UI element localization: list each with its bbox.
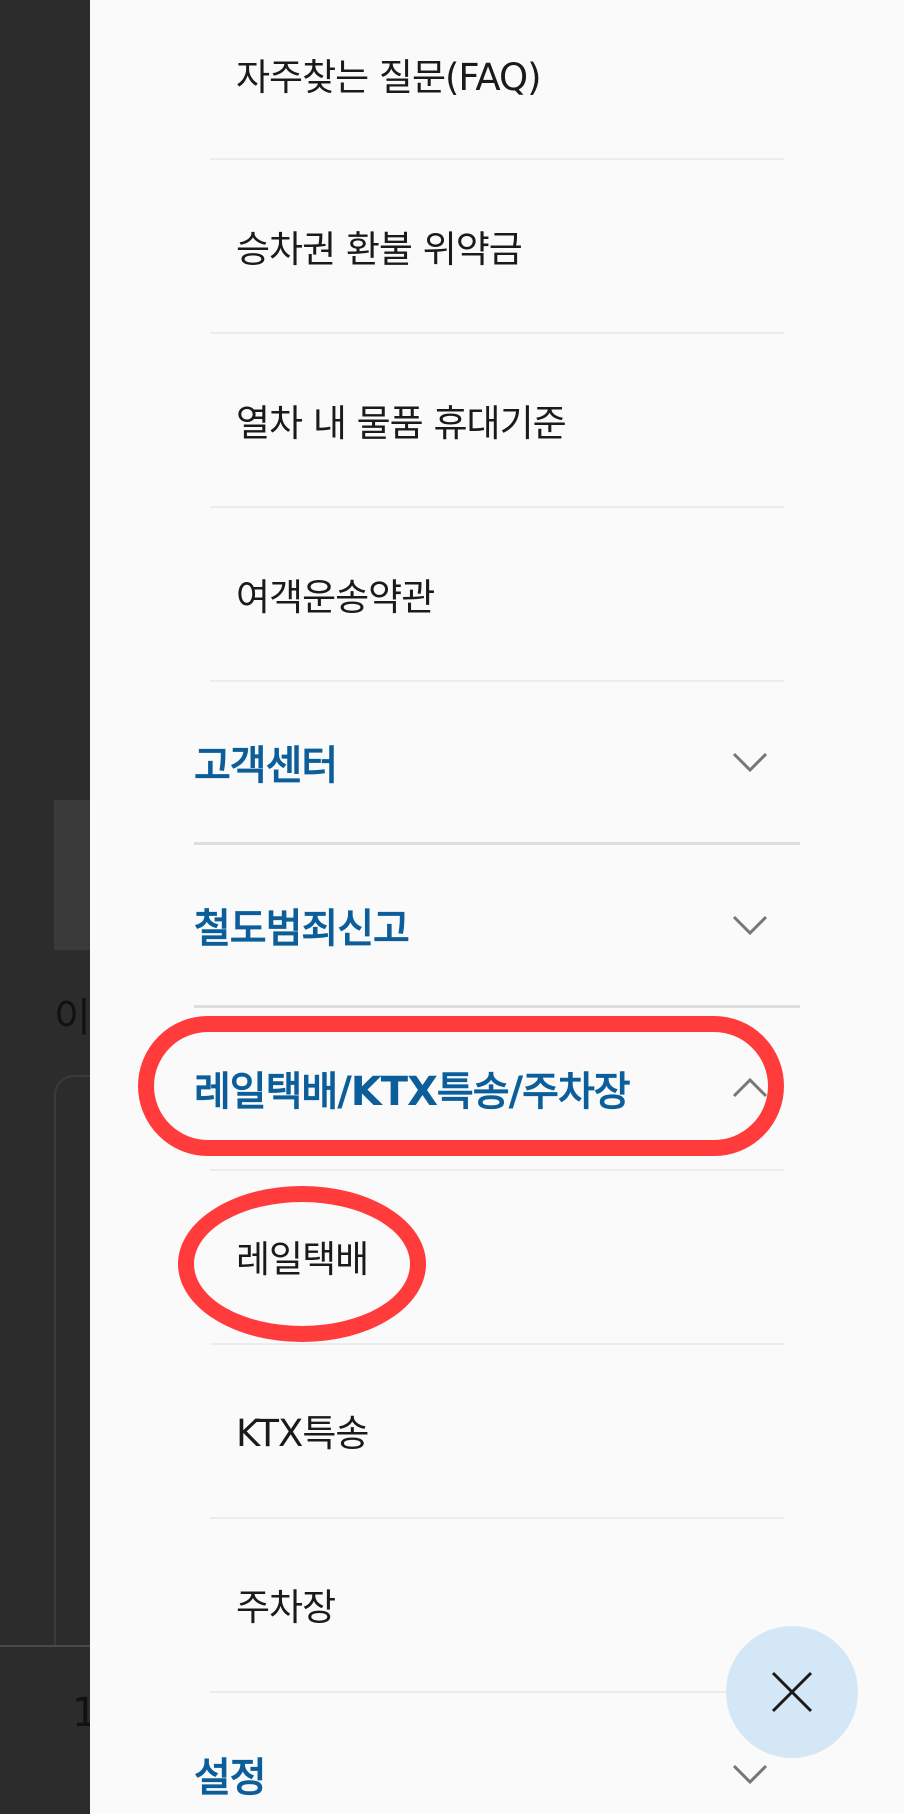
background-partial-text: 이 xyxy=(54,995,91,1041)
menu-item-label: 열차 내 물품 휴대기준 xyxy=(236,402,567,445)
menu-item-label: 여객운송약관 xyxy=(236,576,435,619)
menu-item-ktx-express[interactable]: KTX특송 xyxy=(236,1344,806,1516)
app-screen: 이 1 자주찾는 질문(FAQ) 승차권 환불 위약금 열차 내 물품 휴대기준… xyxy=(0,0,904,1814)
category-label: 레일택배/KTX특송/주차장 xyxy=(194,1069,631,1115)
menu-item-carry-on-rules[interactable]: 열차 내 물품 휴대기준 xyxy=(236,334,806,506)
divider xyxy=(210,1691,784,1693)
menu-item-label: 주차장 xyxy=(236,1586,336,1629)
menu-item-faq[interactable]: 자주찾는 질문(FAQ) xyxy=(236,0,806,160)
category-rail-delivery[interactable]: 레일택배/KTX특송/주차장 xyxy=(194,1008,800,1168)
menu-item-rail-delivery[interactable]: 레일택배 xyxy=(236,1170,806,1342)
menu-item-label: 레일택배 xyxy=(236,1238,369,1281)
navigation-drawer: 자주찾는 질문(FAQ) 승차권 환불 위약금 열차 내 물품 휴대기준 여객운… xyxy=(90,0,904,1814)
chevron-down-icon xyxy=(728,1752,772,1796)
menu-item-label: 자주찾는 질문(FAQ) xyxy=(236,56,542,99)
background-bar xyxy=(0,1645,100,1647)
menu-item-label: KTX특송 xyxy=(236,1412,369,1455)
menu-item-passenger-terms[interactable]: 여객운송약관 xyxy=(236,508,806,680)
chevron-up-icon xyxy=(728,1066,772,1110)
category-label: 설정 xyxy=(194,1755,267,1801)
menu-item-parking[interactable]: 주차장 xyxy=(236,1518,806,1690)
category-customer-center[interactable]: 고객센터 xyxy=(194,682,800,842)
category-label: 고객센터 xyxy=(194,743,338,789)
menu-item-refund-penalty[interactable]: 승차권 환불 위약금 xyxy=(236,160,806,332)
chevron-down-icon xyxy=(728,903,772,947)
category-rail-crime-report[interactable]: 철도범죄신고 xyxy=(194,845,800,1005)
close-button[interactable] xyxy=(726,1626,858,1758)
category-settings[interactable]: 설정 xyxy=(194,1694,800,1814)
menu-item-label: 승차권 환불 위약금 xyxy=(236,228,523,271)
chevron-down-icon xyxy=(728,740,772,784)
category-label: 철도범죄신고 xyxy=(194,906,410,952)
close-icon xyxy=(771,1671,813,1713)
